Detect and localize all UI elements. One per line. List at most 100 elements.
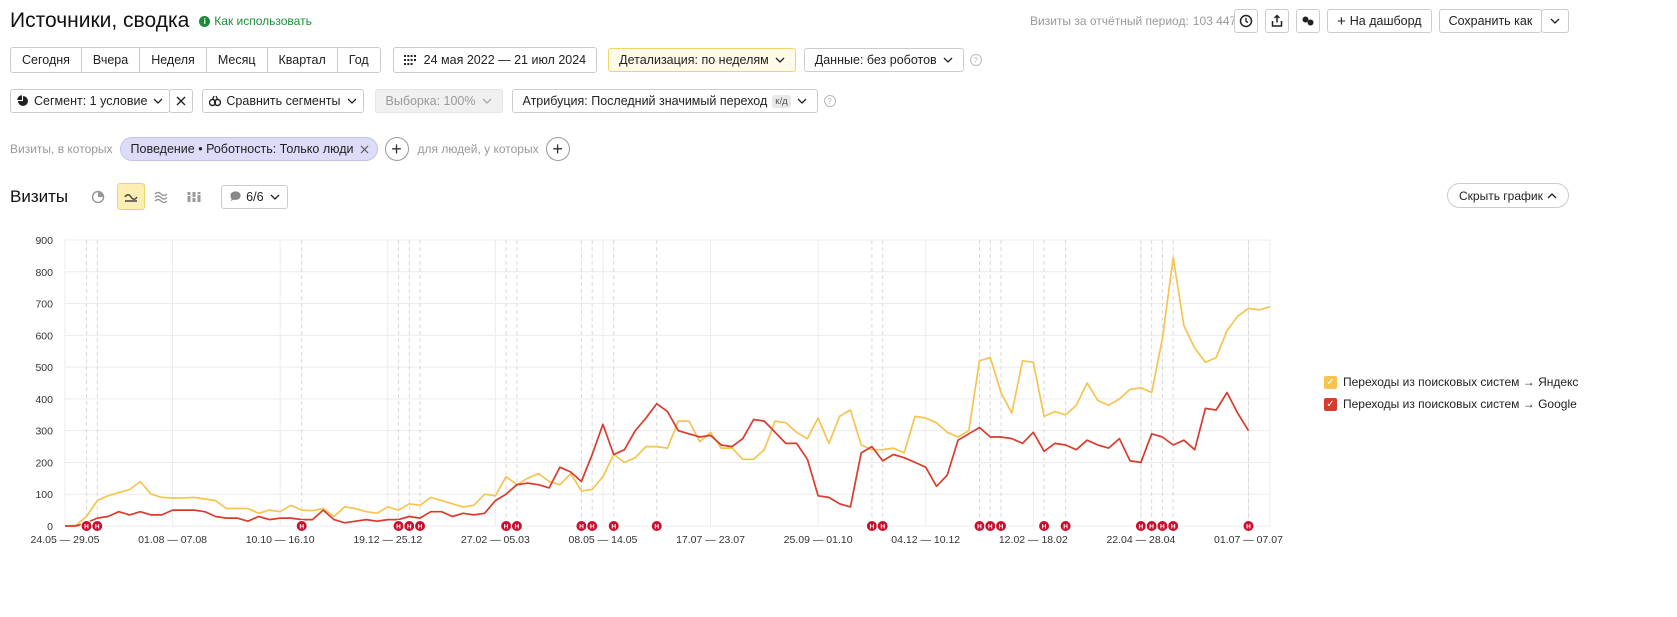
x-tick-label: 25.09 — 01.10 — [784, 534, 853, 546]
chevron-down-icon — [153, 98, 163, 104]
annotation-marker-label: Н — [396, 524, 401, 531]
chevron-down-icon — [775, 57, 785, 63]
y-tick-label: 500 — [35, 362, 53, 374]
period-year-button[interactable]: Год — [338, 48, 380, 72]
filter-chip[interactable]: Поведение • Роботность: Только люди — [119, 137, 378, 161]
alice-button[interactable] — [1296, 9, 1320, 33]
checkbox-google[interactable]: ✓ — [1324, 397, 1337, 411]
period-week-button[interactable]: Неделя — [140, 48, 207, 72]
annotation-marker-label: Н — [654, 524, 659, 531]
annotation-marker-label: Н — [1063, 524, 1068, 531]
close-icon — [176, 96, 186, 106]
help-icon[interactable]: ? — [823, 95, 836, 107]
annotation-marker-label: Н — [95, 524, 100, 531]
line-chart-view-button[interactable] — [117, 183, 146, 210]
history-button[interactable] — [1234, 9, 1258, 33]
x-tick-label: 22.04 — 28.04 — [1106, 534, 1175, 546]
x-tick-label: 10.10 — 16.10 — [246, 534, 315, 546]
people-where-label: для людей, у которых — [417, 142, 539, 156]
legend-item-yandex[interactable]: ✓ Переходы из поисковых систем → Яндекс — [1324, 375, 1578, 389]
pie-chart-icon — [91, 190, 105, 203]
visits-line-chart: 0 100 200 300 400 500 600 700 800 900 24.05 — 29.0… — [31, 235, 1284, 546]
page-title: Источники, сводка — [10, 9, 190, 32]
y-tick-label: 600 — [35, 330, 53, 342]
chevron-down-icon — [482, 98, 491, 104]
attribution-select[interactable]: Атрибуция: Последний значимый переход к/… — [511, 89, 818, 113]
line-chart-icon — [124, 193, 138, 202]
close-icon[interactable] — [360, 145, 369, 154]
x-tick-label: 12.02 — 18.02 — [999, 534, 1068, 546]
chart-title: Визиты — [10, 186, 69, 206]
x-tick-label: 08.05 — 14.05 — [569, 534, 638, 546]
clock-icon — [1239, 14, 1253, 28]
area-chart-view-button[interactable] — [150, 186, 172, 208]
y-tick-label: 400 — [35, 394, 53, 406]
annotation-marker-label: Н — [1042, 524, 1047, 531]
save-as-button[interactable]: Сохранить как — [1438, 9, 1543, 33]
bar-chart-icon — [187, 191, 201, 202]
y-tick-label: 700 — [35, 299, 53, 311]
annotation-marker-label: Н — [999, 524, 1004, 531]
annotations-select[interactable]: 6/6 — [221, 184, 288, 209]
detail-select[interactable]: Детализация: по неделям — [608, 48, 796, 72]
annotation-marker-label: Н — [418, 524, 423, 531]
chevron-up-icon — [1547, 192, 1557, 198]
to-dashboard-button[interactable]: + На дашборд — [1327, 9, 1432, 33]
bar-chart-view-button[interactable] — [183, 186, 205, 208]
annotation-marker-label: Н — [590, 524, 595, 531]
period-buttons: Сегодня Вчера Неделя Месяц Квартал Год — [10, 47, 381, 73]
legend-item-google[interactable]: ✓ Переходы из поисковых систем → Google — [1324, 397, 1578, 411]
sample-select[interactable]: Выборка: 100% — [374, 89, 503, 113]
visits-period-summary: Визиты за отчётный период: 103 447 — [1030, 14, 1236, 28]
annotation-marker-label: Н — [880, 524, 885, 531]
add-people-filter-button[interactable]: + — [545, 137, 570, 161]
data-filter-select[interactable]: Данные: без роботов — [803, 48, 964, 72]
hide-chart-button[interactable]: Скрыть график — [1447, 183, 1569, 208]
plus-icon: + — [1337, 12, 1346, 30]
y-tick-label: 900 — [35, 235, 53, 247]
x-tick-label: 01.07 — 07.07 — [1214, 534, 1283, 546]
info-icon: i — [199, 15, 211, 27]
compare-icon — [209, 95, 222, 107]
share-icon — [1271, 14, 1283, 27]
annotation-marker-label: Н — [1246, 524, 1251, 531]
chevron-down-icon — [1550, 18, 1560, 24]
chevron-down-icon — [270, 194, 279, 200]
segment-select[interactable]: Сегмент: 1 условие — [10, 89, 171, 113]
segment-clear-button[interactable] — [169, 89, 194, 113]
x-tick-label: 27.02 — 05.03 — [461, 534, 530, 546]
x-tick-label: 04.12 — 10.12 — [891, 534, 960, 546]
comment-icon — [230, 191, 241, 202]
checkbox-yandex[interactable]: ✓ — [1324, 375, 1337, 389]
period-quarter-button[interactable]: Квартал — [268, 48, 338, 72]
add-visit-filter-button[interactable]: + — [384, 137, 409, 161]
y-tick-label: 0 — [47, 521, 53, 533]
annotation-marker-label: Н — [504, 524, 509, 531]
period-yesterday-button[interactable]: Вчера — [82, 48, 141, 72]
annotation-marker-label: Н — [988, 524, 993, 531]
visits-where-label: Визиты, в которых — [10, 142, 113, 156]
annotation-marker-label: Н — [299, 524, 304, 531]
date-range-button[interactable]: 24 мая 2022 — 21 июл 2024 — [392, 47, 598, 73]
attribution-badge: к/д — [772, 94, 791, 108]
period-month-button[interactable]: Месяц — [207, 48, 268, 72]
compare-segments-select[interactable]: Сравнить сегменты — [202, 89, 364, 113]
annotation-marker-label: Н — [611, 524, 616, 531]
chat-quote-icon — [1302, 16, 1314, 26]
save-as-dropdown[interactable] — [1541, 9, 1570, 33]
y-tick-label: 300 — [35, 426, 53, 438]
period-today-button[interactable]: Сегодня — [11, 48, 82, 72]
export-button[interactable] — [1265, 9, 1289, 33]
annotation-marker-label: Н — [1171, 524, 1176, 531]
x-tick-label: 19.12 — 25.12 — [353, 534, 422, 546]
annotation-marker-label: Н — [84, 524, 89, 531]
pie-chart-view-button[interactable] — [87, 186, 109, 208]
y-tick-label: 100 — [35, 489, 53, 501]
visits-period-value: 103 447 — [1192, 14, 1237, 28]
annotation-marker-label: Н — [1160, 524, 1165, 531]
help-icon[interactable]: ? — [969, 54, 982, 66]
annotation-marker-label: Н — [1149, 524, 1154, 531]
how-to-use-link[interactable]: Как использовать — [214, 14, 312, 28]
chart-legend: ✓ Переходы из поисковых систем → Яндекс … — [1324, 375, 1578, 419]
series-line-yandex — [64, 256, 1271, 527]
